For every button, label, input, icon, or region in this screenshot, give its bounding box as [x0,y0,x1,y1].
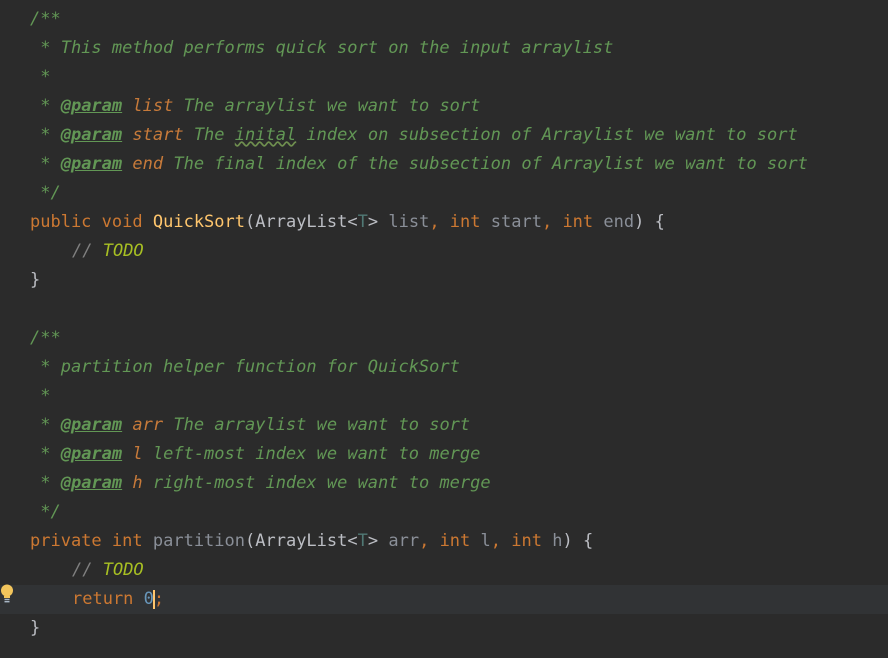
param-description: The arraylist we want to sort [163,415,471,435]
code-line[interactable]: } [0,266,888,295]
javadoc-open: /** [30,328,61,348]
code-line[interactable]: /** [0,5,888,34]
param-description: left-most index we want to merge [142,444,481,464]
return-type: int [111,531,143,551]
javadoc-blank: * [30,386,51,406]
code-line[interactable]: // TODO [0,556,888,585]
param-type[interactable]: ArrayList [255,212,347,232]
param-tag[interactable]: @param [61,154,122,174]
param-name: l [132,444,143,464]
closing-brace: } [30,618,41,638]
code-line[interactable]: * @param end The final index of the subs… [0,150,888,179]
javadoc-blank: * [30,67,51,87]
spelling-typo[interactable]: inital [235,125,296,145]
closing-brace: } [30,270,41,290]
param-tag[interactable]: @param [61,96,122,116]
param-name: h [552,531,563,551]
param-name: start [132,125,184,145]
param-tag[interactable]: @param [61,473,122,493]
generic-type: T [357,531,368,551]
code-line[interactable]: */ [0,498,888,527]
code-line[interactable]: * This method performs quick sort on the… [0,34,888,63]
param-description: right-most index we want to merge [142,473,491,493]
param-description: The [183,125,235,145]
intention-bulb-icon[interactable] [0,584,14,604]
code-line[interactable]: public void QuickSort(ArrayList<T> list,… [0,208,888,237]
param-tag[interactable]: @param [61,444,122,464]
code-line[interactable]: * @param h right-most index we want to m… [0,469,888,498]
comment-prefix: // [72,241,103,261]
code-line[interactable]: * @param list The arraylist we want to s… [0,92,888,121]
param-type: int [449,212,481,232]
code-line[interactable]: * [0,382,888,411]
param-name: l [480,531,491,551]
generic-type: T [357,212,368,232]
javadoc-close: */ [30,502,61,522]
param-description: index on subsection of Arraylist we want… [296,125,798,145]
comment-prefix: // [72,560,103,580]
param-name: end [132,154,164,174]
method-name[interactable]: partition [153,531,245,551]
param-name: start [490,212,542,232]
code-editor[interactable]: /** * This method performs quick sort on… [0,0,888,658]
return-keyword: return [72,589,134,609]
code-line[interactable]: * @param arr The arraylist we want to so… [0,411,888,440]
javadoc-close: */ [30,183,61,203]
param-type[interactable]: ArrayList [255,531,347,551]
code-line[interactable]: } [0,614,888,643]
code-line[interactable]: * [0,63,888,92]
param-type: int [562,212,594,232]
todo-comment: TODO [102,241,144,261]
param-name: arr [132,415,164,435]
modifier-keyword: public [30,212,92,232]
code-line[interactable]: // TODO [0,237,888,266]
javadoc-description: * This method performs quick sort on the… [30,38,614,58]
javadoc-description: * partition helper function for QuickSor… [30,357,460,377]
code-line[interactable]: * partition helper function for QuickSor… [0,353,888,382]
code-line[interactable]: * @param l left-most index we want to me… [0,440,888,469]
param-name: h [132,473,143,493]
code-line[interactable]: private int partition(ArrayList<T> arr, … [0,527,888,556]
todo-comment: TODO [102,560,144,580]
javadoc-open: /** [30,9,61,29]
param-description: The arraylist we want to sort [173,96,481,116]
param-name: end [603,212,635,232]
param-tag[interactable]: @param [61,125,122,145]
code-line[interactable]: /** [0,324,888,353]
code-line[interactable]: * @param start The inital index on subse… [0,121,888,150]
method-name[interactable]: QuickSort [153,212,245,232]
code-line[interactable]: */ [0,179,888,208]
param-name: list [388,212,430,232]
return-type: void [101,212,143,232]
param-type: int [439,531,471,551]
param-tag[interactable]: @param [61,415,122,435]
param-type: int [511,531,542,551]
modifier-keyword: private [30,531,102,551]
current-code-line[interactable]: return 0; [0,585,888,614]
param-description: The final index of the subsection of Arr… [163,154,808,174]
param-name: list [132,96,174,116]
param-name: arr [388,531,420,551]
